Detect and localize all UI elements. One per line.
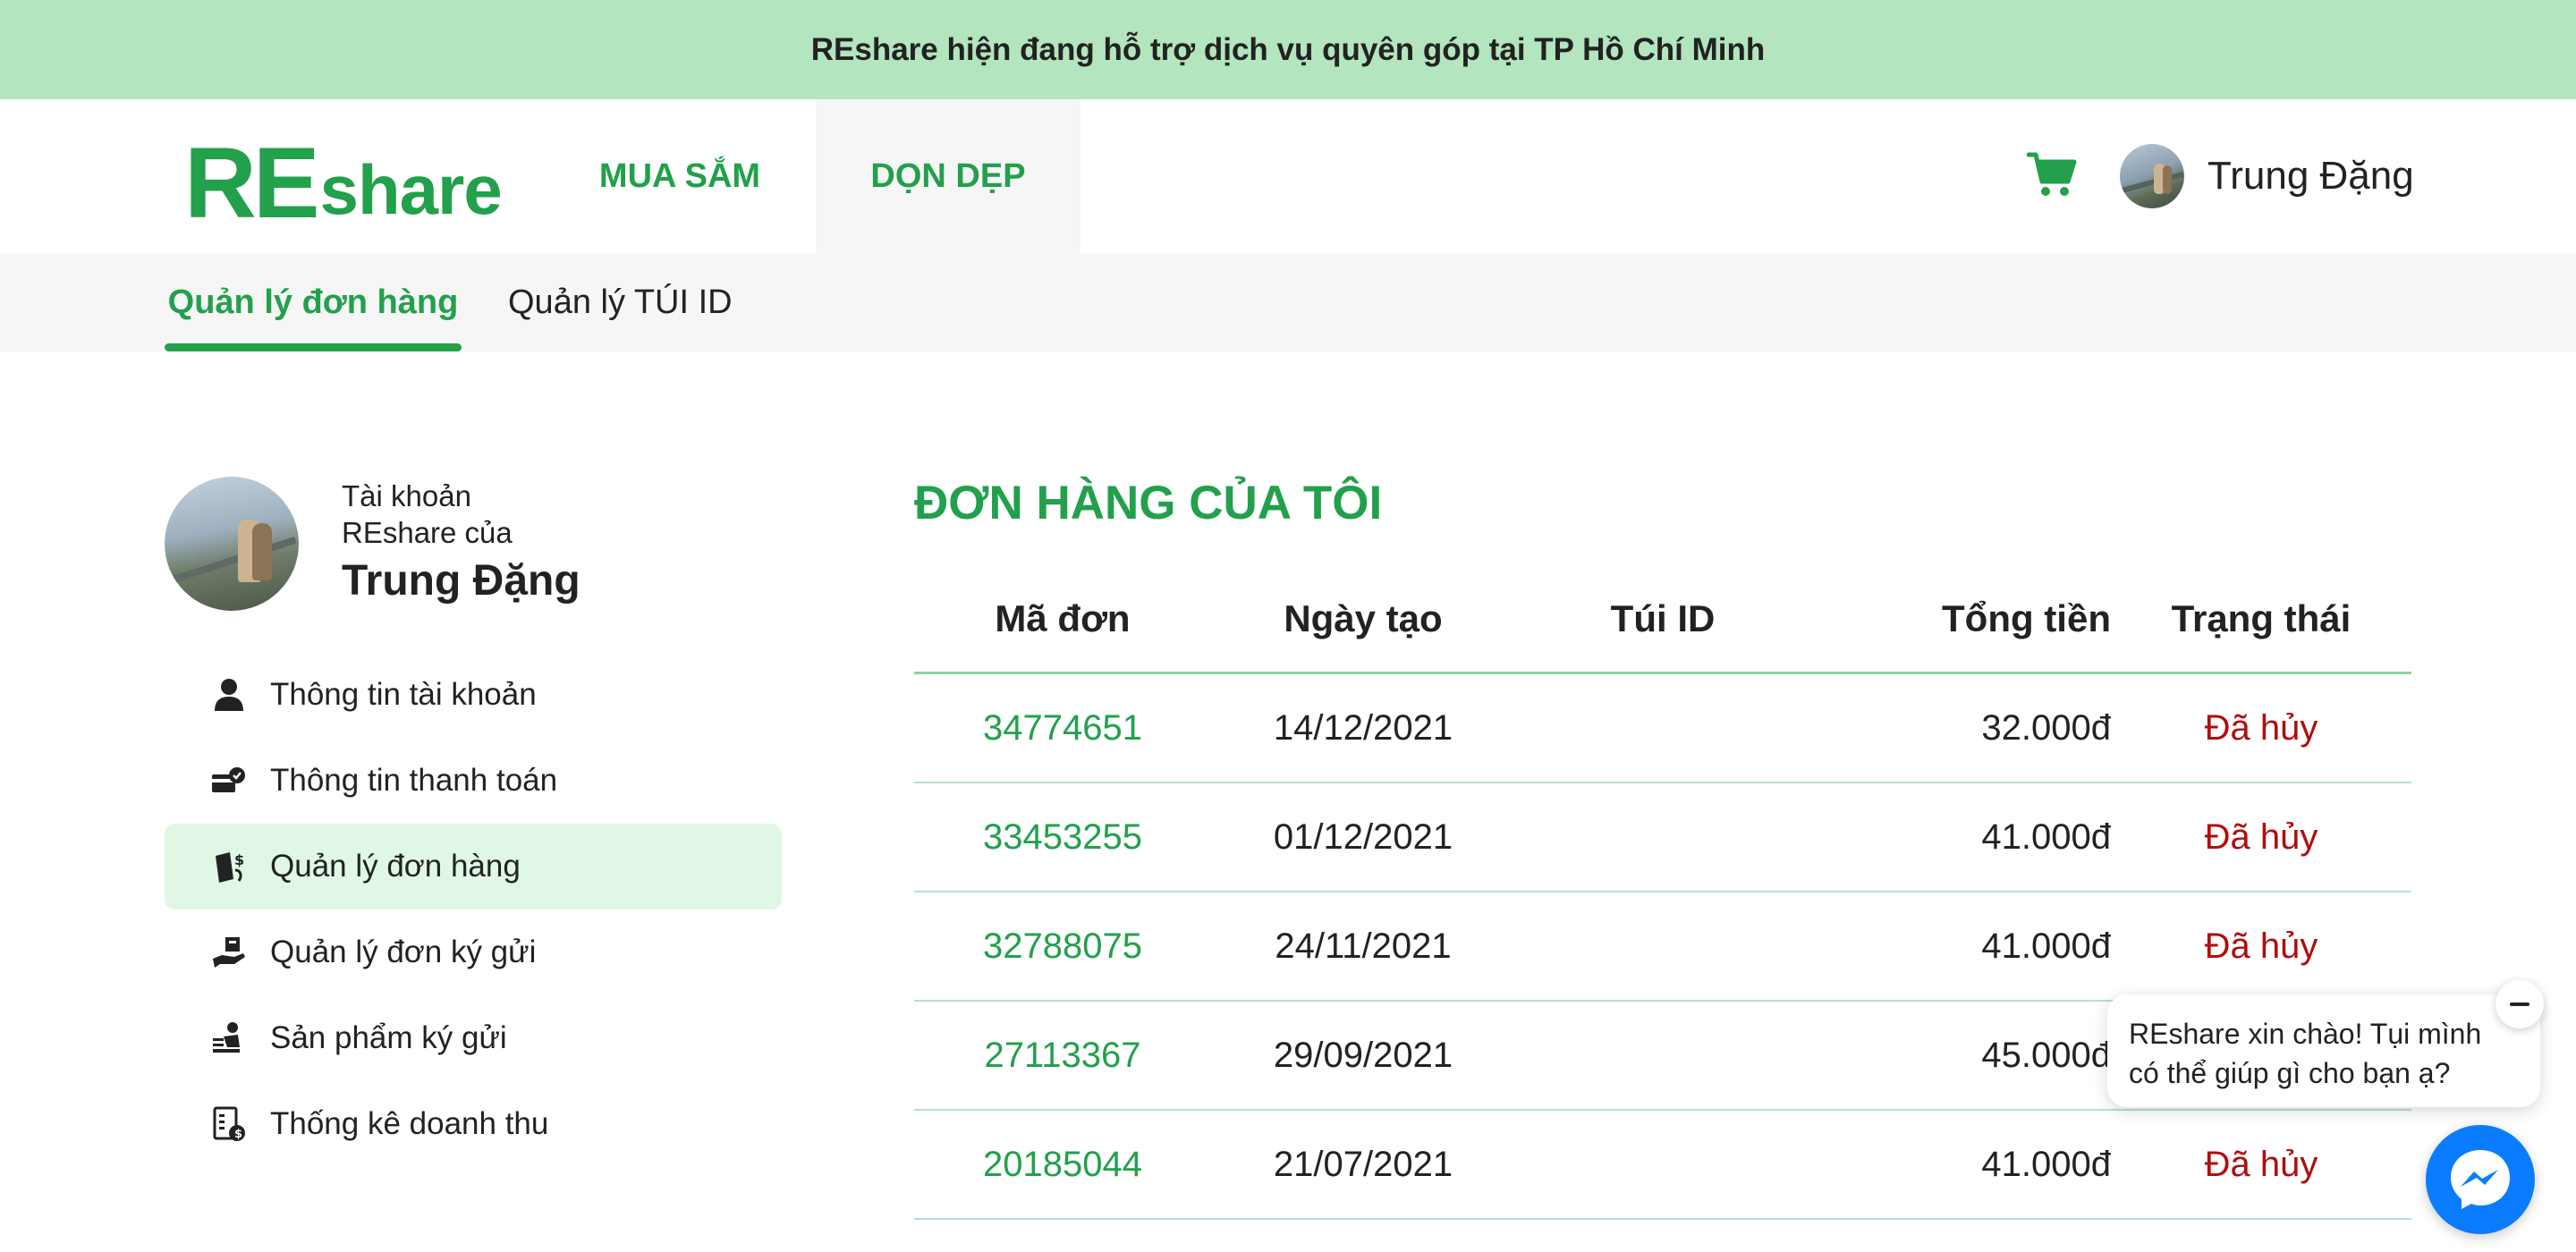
order-id-link[interactable]: 33453255 [914, 783, 1211, 891]
logo-re-text: RE [184, 127, 320, 239]
sidebar-item-label: Quản lý đơn hàng [270, 849, 521, 884]
column-header-bag-id: Túi ID [1610, 597, 1716, 639]
sidebar-item-label: Thông tin thanh toán [270, 763, 558, 798]
svg-text:$: $ [234, 851, 244, 868]
order-id-link[interactable]: 34774651 [914, 674, 1211, 782]
announcement-text: REshare hiện đang hỗ trợ dịch vụ quyên g… [810, 31, 1766, 67]
shopping-cart-icon[interactable] [2026, 151, 2077, 198]
tab-bag-management-label: Quản lý TÚI ID [508, 283, 733, 321]
page-title: ĐƠN HÀNG CỦA TÔI [914, 477, 1383, 529]
sidebar-item-consigned-products[interactable]: Sản phẩm ký gửi [165, 995, 782, 1081]
order-id-link[interactable]: 32788075 [914, 892, 1211, 1000]
profile-caption-line1: Tài khoản [342, 479, 471, 512]
order-total: 32.000đ [1981, 707, 2111, 748]
chat-minimize-button[interactable] [2496, 980, 2544, 1028]
column-header-total: Tổng tiền [1942, 597, 2111, 639]
order-date: 21/07/2021 [1273, 1144, 1453, 1184]
svg-text:$: $ [234, 1128, 242, 1141]
sidebar-item-revenue-stats[interactable]: $ Thống kê doanh thu [165, 1081, 782, 1167]
order-status: Đã hủy [2204, 816, 2318, 857]
announcement-banner: REshare hiện đang hỗ trợ dịch vụ quyên g… [0, 0, 2576, 99]
revenue-report-icon: $ [211, 1106, 247, 1142]
order-total: 41.000đ [1981, 926, 2111, 966]
profile-caption-line2: REshare của [342, 516, 513, 549]
user-avatar[interactable] [2120, 144, 2184, 208]
messenger-icon [2451, 1150, 2510, 1209]
tab-order-management[interactable]: Quản lý đơn hàng [165, 253, 462, 351]
column-header-created-date: Ngày tạo [1284, 597, 1443, 639]
sidebar-item-order-management[interactable]: $ Quản lý đơn hàng [165, 824, 782, 909]
user-icon [211, 677, 247, 713]
consignment-hand-icon [211, 935, 247, 970]
minus-icon [2510, 1002, 2529, 1006]
table-row[interactable]: 20185044 21/07/2021 41.000đ Đã hủy [914, 1111, 2411, 1220]
sidebar-item-label: Quản lý đơn ký gửi [270, 935, 537, 969]
order-id-link[interactable]: 27113367 [914, 1002, 1211, 1109]
chat-greeting-bubble[interactable]: REshare xin chào! Tụi mình có thể giúp g… [2107, 994, 2540, 1107]
order-status: Đã hủy [2204, 707, 2318, 748]
consigned-product-icon [211, 1020, 247, 1056]
chat-greeting-line1: REshare xin chào! Tụi mình [2129, 1018, 2482, 1050]
sidebar-item-label: Sản phẩm ký gửi [270, 1020, 507, 1055]
table-row[interactable]: 34774651 14/12/2021 32.000đ Đã hủy [914, 674, 2411, 783]
sidebar-item-consignment-orders[interactable]: Quản lý đơn ký gửi [165, 909, 782, 995]
order-status: Đã hủy [2204, 1144, 2318, 1184]
nav-clean-label: DỌN DẸP [870, 156, 1026, 195]
sidebar-item-account-info[interactable]: Thông tin tài khoản [165, 652, 782, 738]
nav-shop[interactable]: MUA SẮM [572, 99, 787, 253]
sidebar-item-payment-info[interactable]: Thông tin thanh toán [165, 738, 782, 824]
order-status: Đã hủy [2204, 926, 2318, 966]
order-total: 41.000đ [1981, 816, 2111, 857]
sub-navigation: Quản lý đơn hàng Quản lý TÚI ID [0, 253, 2576, 351]
tab-bag-management[interactable]: Quản lý TÚI ID [508, 253, 733, 351]
order-money-icon: $ [211, 849, 247, 884]
order-date: 24/11/2021 [1275, 926, 1452, 966]
user-name[interactable]: Trung Đặng [2207, 144, 2414, 208]
order-date: 29/09/2021 [1273, 1035, 1453, 1075]
reshare-logo[interactable]: RE share [184, 127, 503, 239]
table-row[interactable]: 33453255 01/12/2021 41.000đ Đã hủy [914, 783, 2411, 892]
table-row[interactable]: 32788075 24/11/2021 41.000đ Đã hủy [914, 892, 2411, 1002]
logo-share-text: share [319, 150, 503, 229]
column-header-status: Trạng thái [2171, 597, 2351, 639]
nav-clean[interactable]: DỌN DẸP [816, 99, 1080, 253]
messenger-chat-button[interactable] [2426, 1125, 2535, 1234]
order-total: 45.000đ [1981, 1035, 2111, 1075]
sidebar-item-label: Thống kê doanh thu [270, 1106, 549, 1141]
nav-shop-label: MUA SẮM [598, 156, 761, 195]
profile-avatar [165, 477, 299, 611]
chat-greeting-line2: có thể giúp gì cho bạn ạ? [2129, 1057, 2451, 1089]
order-date: 14/12/2021 [1273, 707, 1453, 748]
order-id-link[interactable]: 20185044 [914, 1111, 1211, 1218]
profile-name: Trung Đặng [342, 557, 580, 605]
tab-order-management-label: Quản lý đơn hàng [167, 283, 459, 321]
column-header-order-id: Mã đơn [995, 597, 1131, 639]
payment-card-icon [211, 763, 247, 799]
order-date: 01/12/2021 [1273, 816, 1453, 857]
site-header: RE share MUA SẮM DỌN DẸP Trung Đặng [0, 99, 2576, 253]
sidebar-item-label: Thông tin tài khoản [270, 677, 537, 712]
order-total: 41.000đ [1981, 1144, 2111, 1184]
